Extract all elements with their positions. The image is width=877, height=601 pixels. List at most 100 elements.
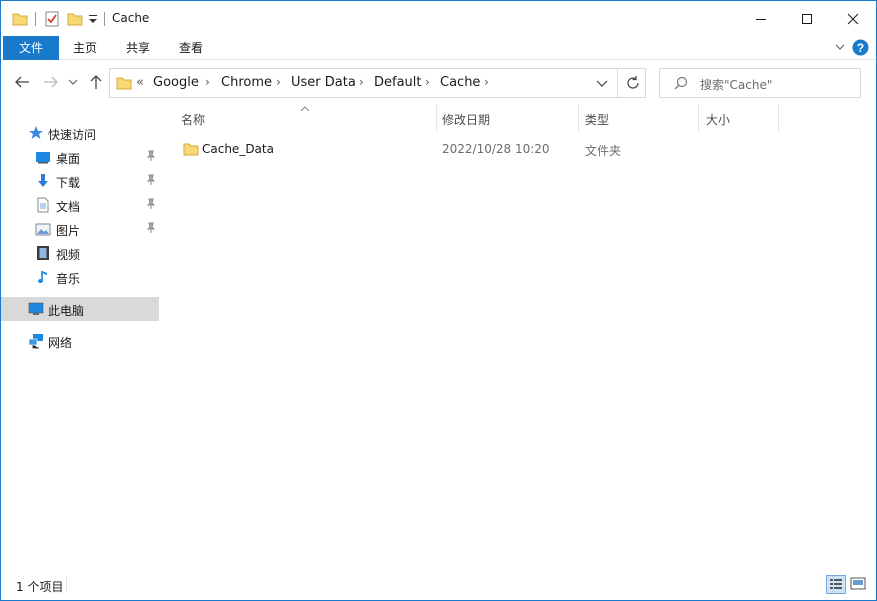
search-icon xyxy=(674,76,688,93)
column-header-type[interactable]: 类型 xyxy=(585,111,609,128)
breadcrumb-separator-icon[interactable]: › xyxy=(425,75,430,89)
breadcrumb-default[interactable]: Default xyxy=(374,75,422,90)
nav-item-downloads[interactable]: 下载 xyxy=(1,169,159,193)
back-arrow-icon xyxy=(15,76,29,88)
address-dropdown-icon[interactable] xyxy=(596,78,608,92)
forward-arrow-icon xyxy=(44,76,58,88)
breadcrumb-separator-icon[interactable]: › xyxy=(205,75,210,89)
maximize-icon xyxy=(802,13,812,24)
large-icons-view-button[interactable] xyxy=(849,575,869,594)
column-divider[interactable] xyxy=(778,104,779,132)
nav-item-documents[interactable]: 文档 xyxy=(1,193,159,217)
close-icon xyxy=(847,13,859,24)
pin-icon[interactable] xyxy=(145,222,157,234)
search-box[interactable]: 搜索"Cache" xyxy=(659,68,861,98)
divider xyxy=(617,69,618,97)
breadcrumb-user-data[interactable]: User Data xyxy=(291,75,356,90)
close-button[interactable] xyxy=(830,1,876,36)
nav-label: 网络 xyxy=(48,336,73,350)
divider xyxy=(35,12,36,26)
file-row[interactable]: Cache_Data 2022/10/28 10:20 文件夹 xyxy=(178,138,778,160)
breadcrumb-chrome[interactable]: Chrome xyxy=(221,75,272,90)
maximize-button[interactable] xyxy=(784,1,830,36)
nav-item-network[interactable]: 网络 xyxy=(1,329,159,353)
search-placeholder: 搜索"Cache" xyxy=(700,78,773,92)
up-button[interactable] xyxy=(87,72,105,92)
divider xyxy=(104,12,105,26)
column-divider[interactable] xyxy=(436,104,437,132)
pin-icon[interactable] xyxy=(145,198,157,210)
pin-icon[interactable] xyxy=(145,150,157,162)
desktop-icon xyxy=(35,149,51,165)
pictures-icon xyxy=(35,221,51,237)
details-view-button[interactable] xyxy=(826,575,846,594)
breadcrumb-cache[interactable]: Cache xyxy=(440,75,480,90)
folder-icon xyxy=(116,75,132,94)
folder-icon xyxy=(183,141,199,160)
document-icon xyxy=(35,197,51,213)
navigation-bar: « Google › Chrome › User Data › Default … xyxy=(1,60,876,104)
tab-home[interactable]: 主页 xyxy=(63,36,107,60)
column-divider[interactable] xyxy=(698,104,699,132)
music-icon xyxy=(35,269,51,285)
video-icon xyxy=(35,245,51,261)
back-button[interactable] xyxy=(13,72,31,92)
recent-locations-button[interactable] xyxy=(67,72,79,92)
column-header-date[interactable]: 修改日期 xyxy=(442,111,490,128)
window-title: Cache xyxy=(112,11,150,25)
star-icon xyxy=(28,125,44,141)
large-icons-view-icon xyxy=(850,577,866,590)
download-icon xyxy=(35,173,51,189)
minimize-button[interactable] xyxy=(738,1,784,36)
chevron-down-icon xyxy=(68,79,78,85)
nav-item-videos[interactable]: 视频 xyxy=(1,241,159,265)
up-arrow-icon xyxy=(90,75,102,89)
nav-quick-access[interactable]: 快速访问 xyxy=(1,121,159,145)
file-date: 2022/10/28 10:20 xyxy=(442,142,550,156)
tab-file[interactable]: 文件 xyxy=(3,36,59,60)
minimize-icon xyxy=(756,18,766,20)
divider xyxy=(66,577,67,591)
pin-icon[interactable] xyxy=(145,174,157,186)
new-folder-icon[interactable] xyxy=(67,11,83,30)
nav-label: 文档 xyxy=(56,200,81,214)
properties-icon[interactable] xyxy=(44,11,60,30)
nav-label: 快速访问 xyxy=(48,128,97,142)
tab-view[interactable]: 查看 xyxy=(169,36,213,60)
network-icon xyxy=(28,333,44,349)
expand-ribbon-icon[interactable] xyxy=(834,41,846,56)
nav-label: 视频 xyxy=(56,248,81,262)
breadcrumb-separator-icon[interactable]: › xyxy=(276,75,281,89)
nav-item-music[interactable]: 音乐 xyxy=(1,265,159,289)
file-name: Cache_Data xyxy=(202,142,274,156)
nav-item-this-pc[interactable]: 此电脑 xyxy=(1,297,159,321)
navigation-pane: 快速访问 桌面 下载 文档 图片 视频 音乐 此电脑 网络 xyxy=(1,104,160,569)
computer-icon xyxy=(28,301,44,317)
breadcrumb-overflow[interactable]: « xyxy=(136,75,144,90)
nav-item-desktop[interactable]: 桌面 xyxy=(1,145,159,169)
help-icon[interactable]: ? xyxy=(852,39,869,59)
svg-text:?: ? xyxy=(857,41,864,55)
breadcrumb-separator-icon[interactable]: › xyxy=(359,75,364,89)
address-bar[interactable]: « Google › Chrome › User Data › Default … xyxy=(109,68,646,98)
nav-label: 下载 xyxy=(56,176,81,190)
nav-label: 音乐 xyxy=(56,272,81,286)
customize-toolbar-icon[interactable] xyxy=(88,13,98,28)
title-bar: Cache xyxy=(1,1,876,36)
column-divider[interactable] xyxy=(578,104,579,132)
file-type: 文件夹 xyxy=(585,144,622,158)
ribbon-tabs: 文件 主页 共享 查看 ? xyxy=(1,36,876,60)
nav-item-pictures[interactable]: 图片 xyxy=(1,217,159,241)
breadcrumb-separator-icon[interactable]: › xyxy=(484,75,489,89)
tab-share[interactable]: 共享 xyxy=(116,36,160,60)
details-view-icon xyxy=(830,579,842,589)
column-header-name[interactable]: 名称 xyxy=(181,111,205,128)
forward-button[interactable] xyxy=(42,72,60,92)
column-header-size[interactable]: 大小 xyxy=(706,111,730,128)
nav-label: 桌面 xyxy=(56,152,81,166)
status-bar: 1 个项目 xyxy=(1,569,876,600)
explorer-window: Cache 文件 主页 共享 查看 ? « Google › Chrome › … xyxy=(1,1,876,600)
refresh-icon[interactable] xyxy=(625,75,641,94)
breadcrumb-google[interactable]: Google xyxy=(153,75,199,90)
folder-icon[interactable] xyxy=(12,11,28,30)
